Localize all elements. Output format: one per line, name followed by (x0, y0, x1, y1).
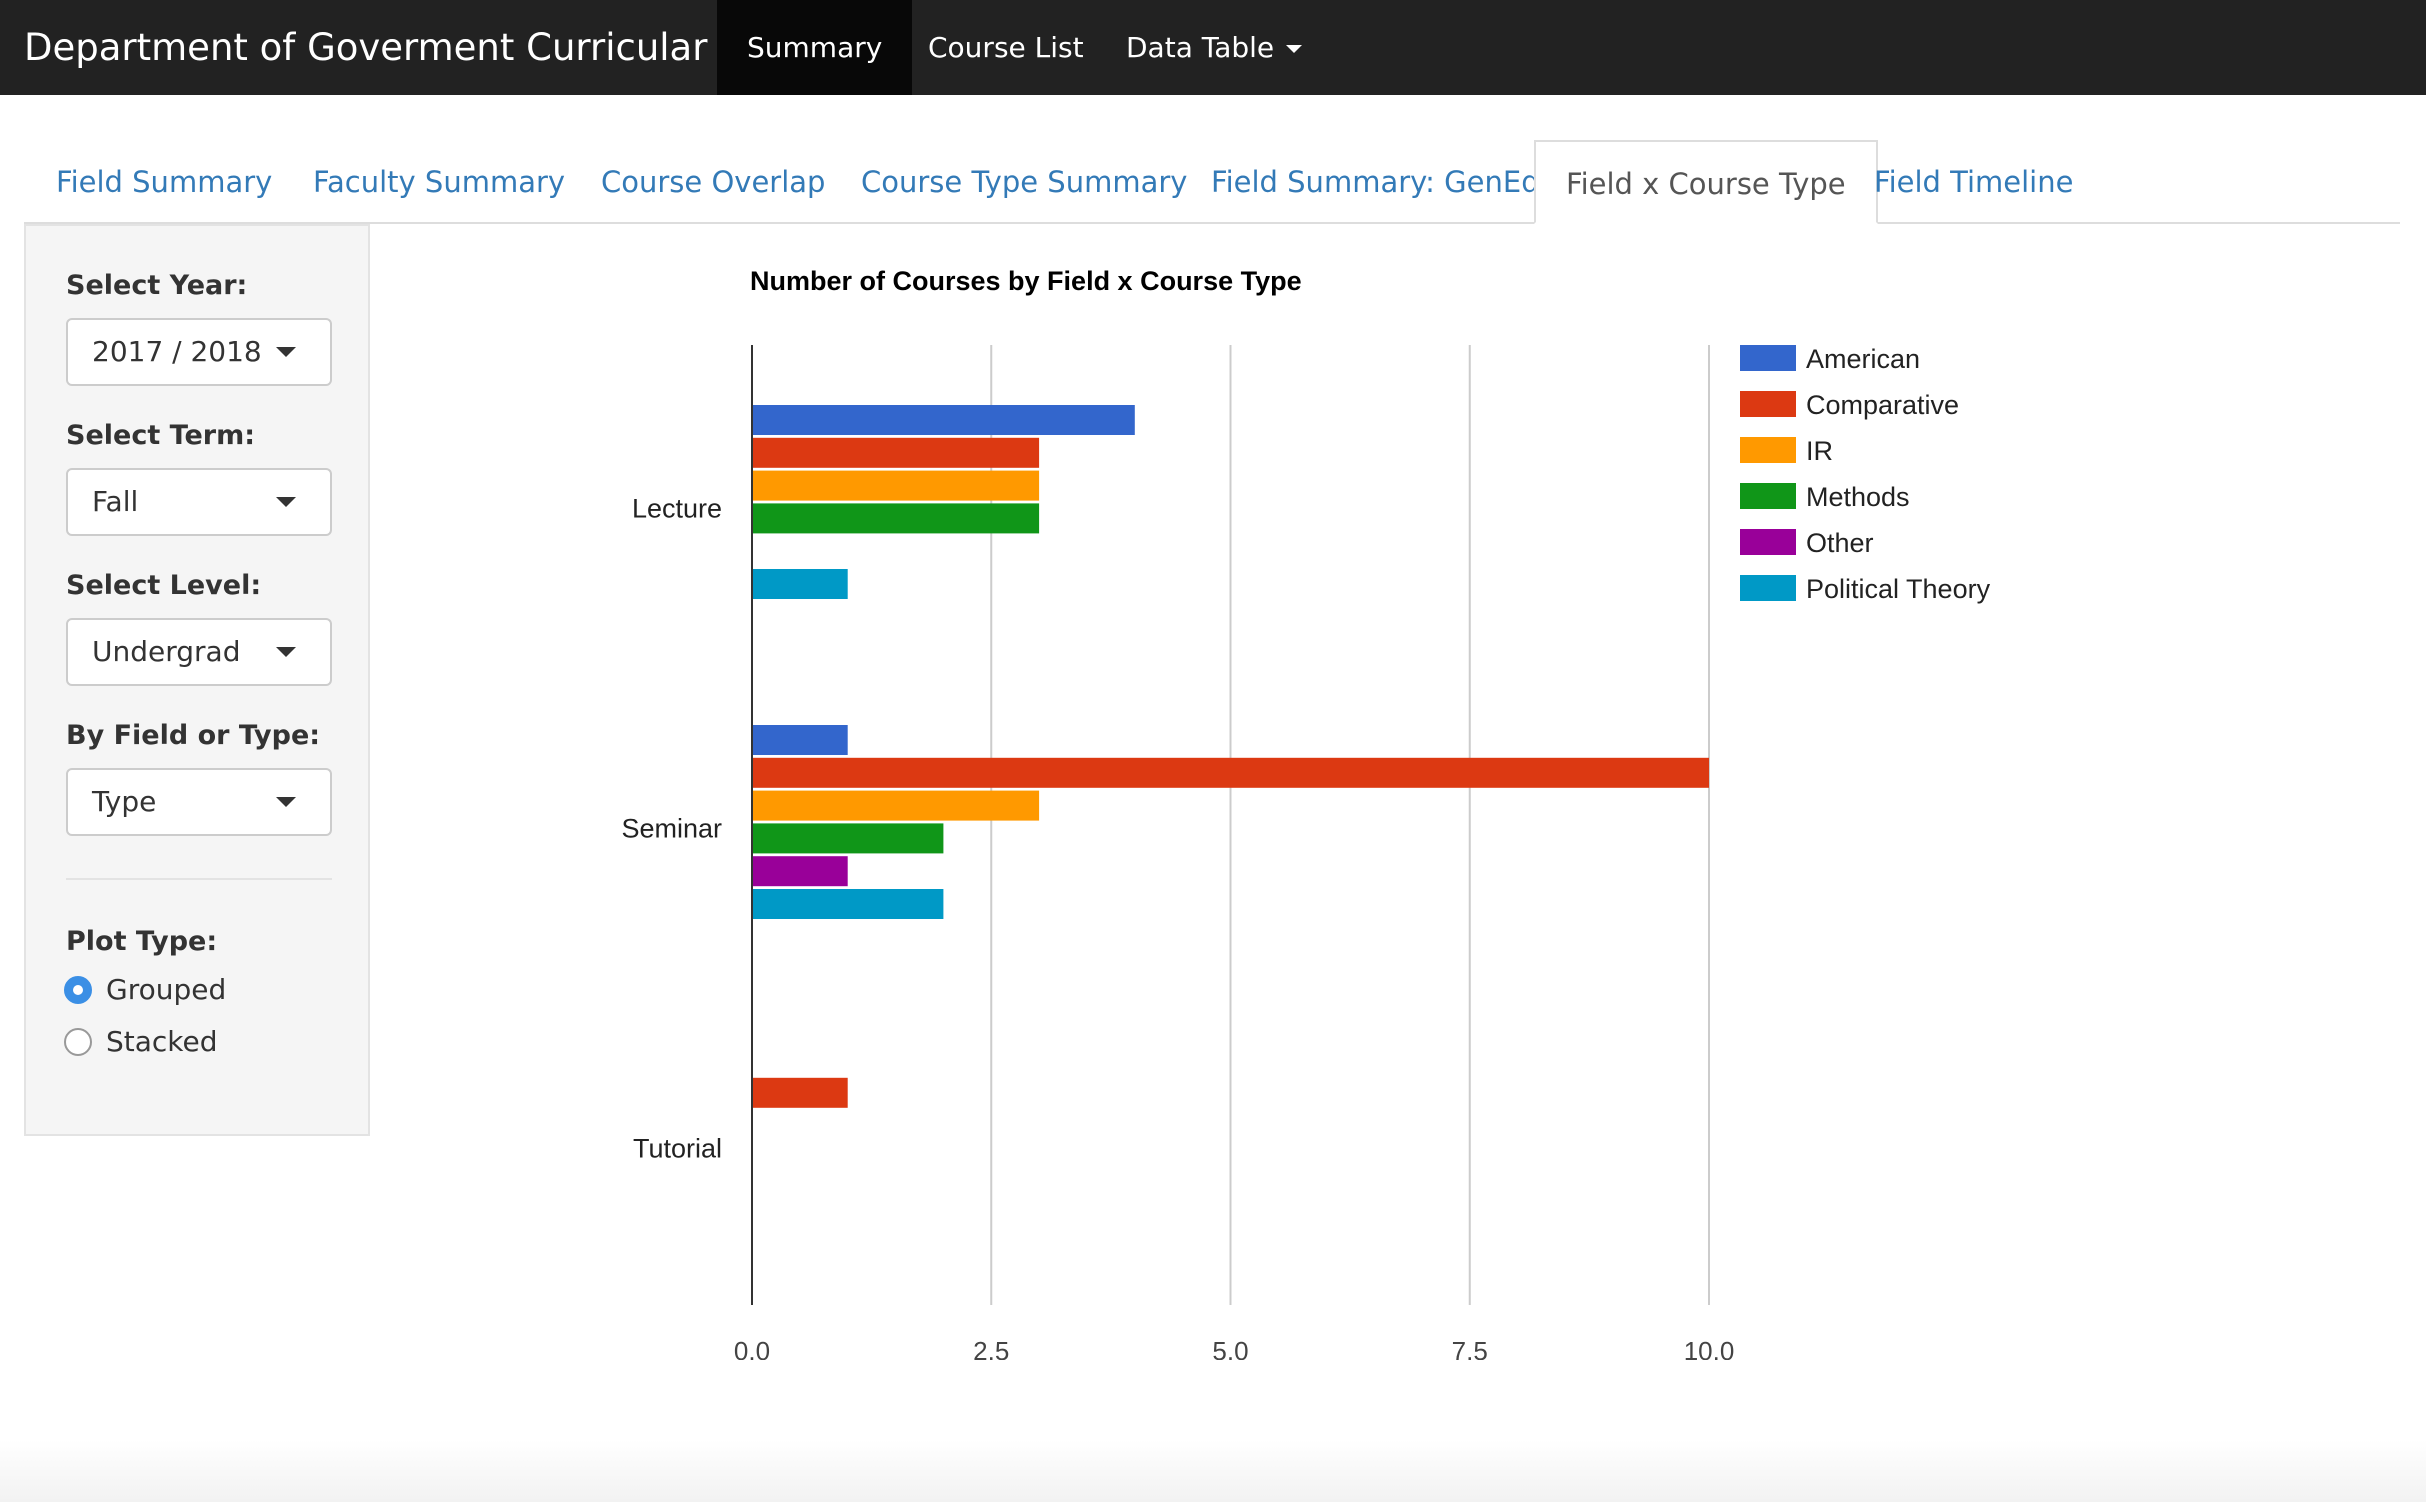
caret-down-icon (1286, 45, 1303, 53)
nav-summary[interactable]: Summary (717, 0, 913, 95)
bar-comparative-tutorial (752, 1077, 848, 1108)
select-term-dropdown[interactable]: Fall (66, 468, 332, 536)
plot-type-label: Plot Type: (66, 926, 218, 957)
radio-stacked-label: Stacked (106, 1025, 218, 1058)
sidebar-panel: Select Year: 2017 / 2018 Select Term: Fa… (24, 224, 370, 1136)
caret-down-icon (276, 497, 296, 507)
tab-field-x-course-type[interactable]: Field x Course Type (1534, 140, 1878, 224)
caret-down-icon (276, 347, 296, 357)
select-level-value: Undergrad (92, 635, 241, 668)
by-field-or-type-label: By Field or Type: (66, 720, 321, 751)
x-tick-label: 2.5 (973, 1336, 1009, 1360)
bar-chart: Lecture Seminar Tutorial 0.0 2.5 5.0 7.5 10.0 Am… (621, 344, 1991, 1360)
caret-down-icon (276, 647, 296, 657)
x-tick-label: 7.5 (1452, 1336, 1488, 1360)
legend-swatch (1740, 391, 1796, 417)
bar-political-theory-seminar (752, 889, 944, 919)
legend-swatch (1740, 437, 1796, 463)
legend-label: Other (1806, 528, 1874, 558)
legend-swatch (1740, 575, 1796, 601)
caret-down-icon (276, 797, 296, 807)
bar-methods-lecture (752, 503, 1040, 534)
bar-ir-seminar (752, 790, 1040, 821)
by-field-or-type-dropdown[interactable]: Type (66, 768, 332, 836)
y-tick-label: Seminar (621, 813, 722, 843)
nav-data-table-dropdown[interactable]: Data Table (1096, 0, 1332, 95)
legend-label: Comparative (1806, 390, 1959, 420)
app-brand[interactable]: Department of Goverment Curricular Plan (24, 0, 798, 95)
radio-grouped-label: Grouped (106, 973, 227, 1006)
bar-american-lecture (752, 405, 1135, 435)
tab-field-summary-gened[interactable]: Field Summary: GenEd (1211, 140, 1540, 224)
legend-swatch (1740, 529, 1796, 555)
nav-course-list[interactable]: Course List (898, 0, 1114, 95)
nav-data-table-label: Data Table (1126, 31, 1275, 64)
bar-methods-seminar (752, 823, 944, 854)
tab-course-type-summary[interactable]: Course Type Summary (861, 140, 1187, 224)
bar-ir-lecture (752, 470, 1040, 501)
chart-title: Number of Courses by Field x Course Type (750, 266, 1302, 296)
tab-field-timeline[interactable]: Field Timeline (1874, 140, 2073, 224)
by-field-or-type-value: Type (92, 785, 157, 818)
radio-button-checked[interactable] (64, 976, 92, 1004)
bar-american-seminar (752, 725, 848, 755)
legend-label: IR (1806, 436, 1833, 466)
select-year-value: 2017 / 2018 (92, 335, 262, 368)
select-year-dropdown[interactable]: 2017 / 2018 (66, 318, 332, 386)
bar-comparative-lecture (752, 437, 1040, 468)
x-tick-label: 0.0 (734, 1336, 770, 1360)
select-term-value: Fall (92, 485, 139, 518)
select-term-label: Select Term: (66, 420, 256, 451)
legend-swatch (1740, 345, 1796, 371)
select-level-dropdown[interactable]: Undergrad (66, 618, 332, 686)
sidebar-divider (66, 878, 332, 880)
select-year-label: Select Year: (66, 270, 248, 301)
tab-field-summary[interactable]: Field Summary (56, 140, 272, 224)
top-navbar: Department of Goverment Curricular Plan … (0, 0, 2426, 95)
page-bottom-shadow (0, 1440, 2426, 1502)
y-tick-label: Lecture (632, 493, 722, 523)
legend-label: Political Theory (1806, 574, 1991, 604)
x-tick-label: 5.0 (1212, 1336, 1248, 1360)
radio-button-unchecked[interactable] (64, 1028, 92, 1056)
bar-political-theory-lecture (752, 569, 848, 599)
bar-comparative-seminar (752, 757, 1709, 788)
select-level-label: Select Level: (66, 570, 262, 601)
legend-label: Methods (1806, 482, 1910, 512)
legend-label: American (1806, 344, 1920, 374)
legend-swatch (1740, 483, 1796, 509)
tab-faculty-summary[interactable]: Faculty Summary (313, 140, 565, 224)
tab-course-overlap[interactable]: Course Overlap (601, 140, 825, 224)
x-tick-label: 10.0 (1684, 1336, 1735, 1360)
bar-other-seminar (752, 856, 848, 887)
y-tick-label: Tutorial (633, 1133, 722, 1163)
